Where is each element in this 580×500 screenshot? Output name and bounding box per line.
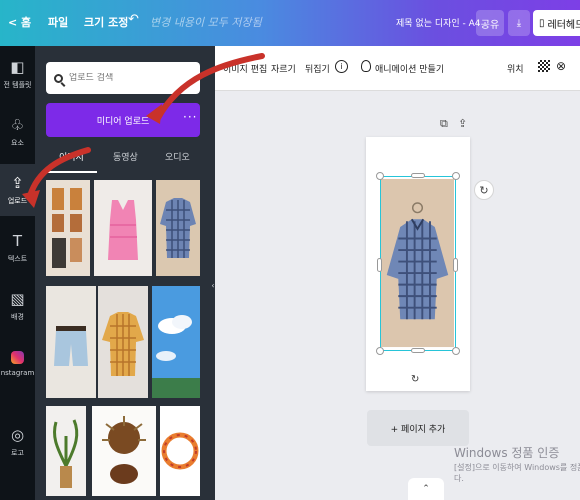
tab-videos[interactable]: 동영상	[113, 150, 138, 163]
windows-activation-title: Windows 정품 인증	[454, 446, 560, 460]
elements-icon: ♧	[10, 115, 25, 134]
shorts-photo	[46, 286, 96, 398]
rail-label: 요소	[11, 138, 24, 147]
resize-handle-top-left[interactable]	[376, 172, 384, 180]
upload-icon: ⇪	[11, 173, 24, 192]
home-button[interactable]: < 홈	[8, 14, 31, 30]
animate-button[interactable]: 애니메이션 만들기	[375, 62, 444, 75]
document-icon: ▯	[539, 17, 545, 29]
rail-templates[interactable]: ◧ 전 템플릿	[0, 48, 35, 100]
resize-handle-top[interactable]	[411, 173, 425, 178]
file-menu[interactable]: 파일	[48, 14, 68, 30]
logo-icon: ◎	[10, 425, 25, 444]
templates-icon: ◧	[10, 57, 25, 76]
active-tab-indicator	[45, 171, 97, 173]
rail-label: 전 템플릿	[3, 80, 32, 89]
print-label: 레터헤드	[547, 19, 580, 31]
resize-menu[interactable]: 크기 조정	[84, 14, 128, 30]
undo-icon[interactable]: ↶	[128, 12, 139, 27]
tab-audio[interactable]: 오디오	[165, 150, 190, 163]
download-icon[interactable]: ⤓	[508, 10, 530, 36]
tab-images[interactable]: 이미지	[59, 150, 84, 163]
info-icon[interactable]: i	[335, 60, 348, 73]
position-button[interactable]: 위치	[507, 62, 524, 75]
uploaded-image-plant[interactable]	[46, 406, 86, 496]
pink-top-photo	[94, 180, 152, 276]
yellow-shirt-photo	[98, 286, 148, 398]
uploaded-image-chestnut[interactable]	[92, 406, 156, 496]
rail-instagram[interactable]: nstagram	[0, 338, 35, 390]
plaid-shirt-canvas-image	[381, 178, 454, 348]
animate-icon	[361, 60, 371, 72]
search-icon	[54, 73, 63, 83]
text-icon: T	[12, 231, 23, 250]
rail-background[interactable]: ▧ 배경	[0, 280, 35, 332]
edit-image-button[interactable]: 이미지 편집	[223, 62, 267, 75]
resize-handle-right[interactable]	[453, 258, 458, 272]
windows-activation-text: [설정]으로 이동하여 Windows를 정품 다.	[454, 462, 580, 484]
sky-photo	[152, 286, 200, 398]
search-input[interactable]	[69, 73, 189, 83]
home-label: 홈	[21, 16, 32, 29]
search-box[interactable]	[46, 62, 200, 94]
resize-handle-left[interactable]	[377, 258, 382, 272]
chevron-up-icon[interactable]: ⌃	[408, 478, 444, 500]
wreath-photo	[160, 406, 200, 496]
media-tabs: 이미지 동영상 오디오	[35, 146, 215, 172]
rail-label: 텍스트	[7, 254, 28, 263]
transparency-icon[interactable]	[538, 60, 550, 72]
upload-media-button[interactable]: 미디어 업로드	[46, 103, 200, 137]
uploaded-image-pink-top[interactable]	[94, 180, 152, 276]
instagram-icon	[11, 351, 24, 364]
document-title[interactable]: 제목 없는 디자인 - A4	[396, 16, 481, 29]
rail-upload[interactable]: ⇪ 업로드	[0, 164, 35, 216]
plant-photo	[46, 406, 86, 496]
rotate-handle-icon[interactable]: ↻	[411, 374, 419, 385]
add-page-button[interactable]: + 페이지 추가	[367, 410, 469, 446]
flip-button[interactable]: 뒤집기	[305, 62, 330, 75]
link-icon[interactable]: ⊗	[556, 59, 566, 73]
print-button[interactable]: ▯ 레터헤드	[533, 10, 580, 36]
plaid-shirt-photo	[156, 180, 200, 276]
windows-activation-line: 다.	[454, 474, 464, 483]
outfit-photo	[46, 180, 90, 276]
rail-label: 업로드	[7, 196, 28, 205]
selected-photo[interactable]	[380, 176, 456, 351]
top-bar: < 홈 파일 크기 조정 ↶ 변경 내용이 모두 저장됨 제목 없는 디자인 -…	[0, 0, 580, 46]
add-page-icon[interactable]: ⇪	[458, 117, 467, 130]
rotate-icon[interactable]: ↻	[474, 180, 494, 200]
side-rail: ◧ 전 템플릿 ♧ 요소 ⇪ 업로드 T 텍스트 ▧ 배경 nstagram ◎…	[0, 46, 35, 500]
resize-handle-bottom[interactable]	[411, 348, 425, 353]
background-icon: ▧	[10, 289, 25, 308]
share-button[interactable]: 공유	[476, 10, 504, 36]
editor-toolbar: 이미지 편집 자르기 뒤집기 i 애니메이션 만들기 위치 ⊗	[215, 46, 580, 91]
uploaded-image-wreath[interactable]	[160, 406, 200, 496]
resize-handle-bottom-left[interactable]	[376, 347, 384, 355]
duplicate-page-icon[interactable]: ⧉	[440, 117, 448, 131]
uploaded-image-shorts[interactable]	[46, 286, 96, 398]
uploaded-image-sky[interactable]	[152, 286, 200, 398]
resize-handle-top-right[interactable]	[452, 172, 460, 180]
save-status: 변경 내용이 모두 저장됨	[150, 16, 262, 29]
rail-label: nstagram	[0, 369, 35, 377]
uploaded-image-plaid-shirt[interactable]	[156, 180, 200, 276]
resize-handle-bottom-right[interactable]	[452, 347, 460, 355]
more-options-icon[interactable]: ···	[183, 110, 197, 124]
crop-button[interactable]: 자르기	[271, 62, 296, 75]
rail-label: 로고	[11, 448, 24, 457]
rail-logo[interactable]: ◎ 로고	[0, 416, 35, 468]
uploaded-image-yellow-shirt[interactable]	[98, 286, 148, 398]
chestnut-photo	[92, 406, 156, 496]
rail-label: 배경	[11, 312, 24, 321]
rail-text[interactable]: T 텍스트	[0, 222, 35, 274]
rail-elements[interactable]: ♧ 요소	[0, 106, 35, 158]
windows-activation-line: [설정]으로 이동하여 Windows를 정품	[454, 463, 580, 472]
uploaded-image-outfit[interactable]	[46, 180, 90, 276]
